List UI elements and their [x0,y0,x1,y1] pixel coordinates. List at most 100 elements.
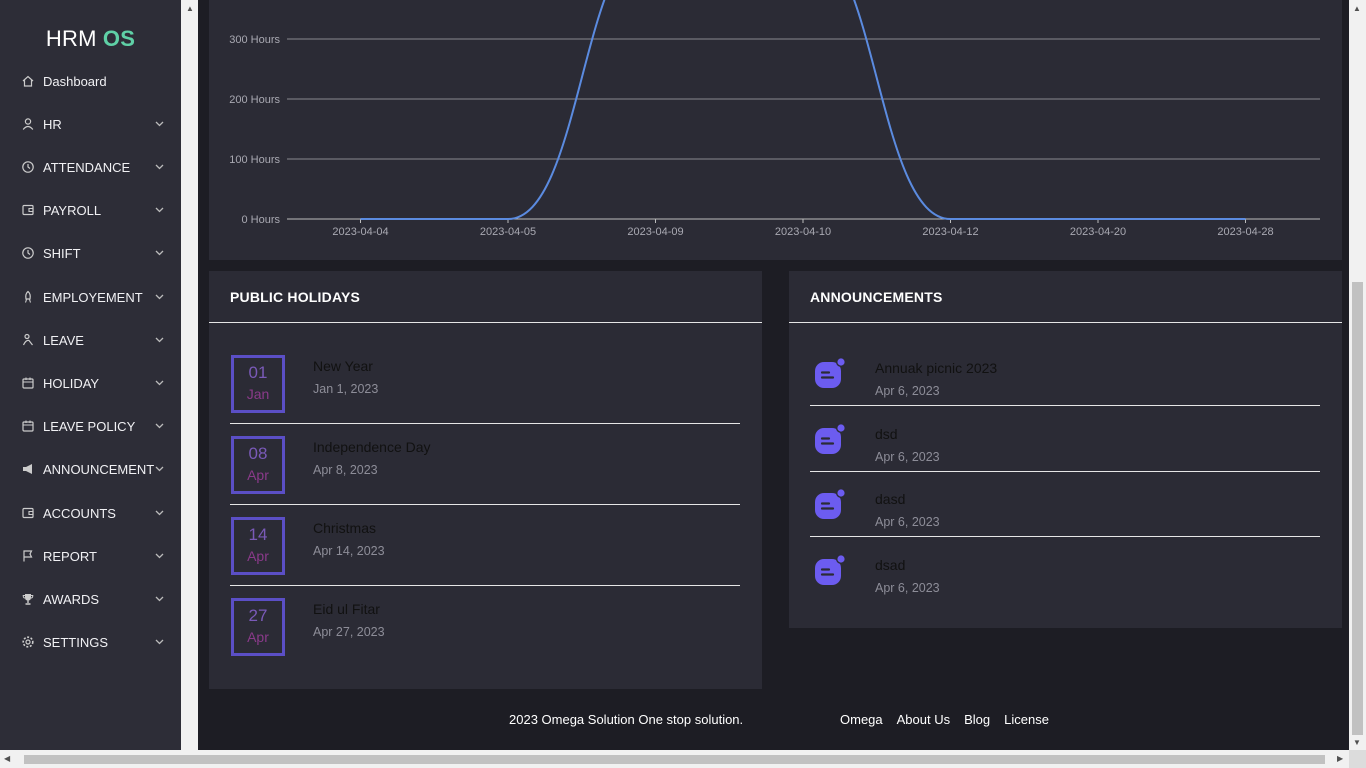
chart-x-tick-label: 2023-04-04 [332,226,388,238]
vertical-scroll-thumb[interactable] [1352,282,1363,735]
horizontal-scroll-thumb[interactable] [24,755,1325,764]
holiday-date: Apr 8, 2023 [313,463,378,477]
holiday-date: Apr 14, 2023 [313,544,385,558]
chart-x-tick-label: 2023-04-05 [480,226,536,238]
brand-logo-os: OS [102,26,136,51]
sidebar-item-label: LEAVE [43,332,84,348]
announcement-date: Apr 6, 2023 [875,449,940,464]
clock-icon [21,160,35,174]
announcement-icon [814,488,846,520]
flag-icon [21,549,35,563]
announcement-icon [814,554,846,586]
sidebar-item-announcement[interactable]: ANNOUNCEMENT [0,457,181,481]
holiday-month: Jan [246,386,270,402]
sidebar-item-leave[interactable]: LEAVE [0,328,181,352]
chart-x-tick-label: 2023-04-09 [627,226,683,238]
chevron-down-icon [154,207,164,213]
work-hours-chart-card: 0 Hours 100 Hours 200 Hours 300 Hours 2023-0… [209,0,1342,260]
holiday-item[interactable]: 01 Jan New Year Jan 1, 2023 [230,355,740,437]
holiday-day: 14 [248,525,268,544]
chevron-down-icon [154,121,164,127]
sidebar-item-dashboard[interactable]: Dashboard [0,69,181,93]
vertical-scrollbar[interactable]: ▲ ▼ [1349,0,1366,750]
sidebar-item-label: Dashboard [43,73,107,89]
sidebar-item-label: REPORT [43,548,97,564]
scroll-right-arrow-icon[interactable]: ▶ [1337,754,1343,763]
sidebar-item-label: HR [43,116,62,132]
chevron-down-icon [154,423,164,429]
chart-x-tick-label: 2023-04-28 [1217,226,1273,238]
sidebar-item-label: SHIFT [43,245,81,261]
footer-link-blog[interactable]: Blog [964,712,990,727]
sidebar-item-employement[interactable]: EMPLOYEMENT [0,285,181,309]
announcement-item[interactable]: dasd Apr 6, 2023 [810,488,1320,554]
chart-y-tick-label: 300 Hours [229,34,280,46]
sidebar-item-report[interactable]: REPORT [0,544,181,568]
scroll-up-arrow-icon[interactable]: ▲ [1353,4,1361,13]
announcements-card: ANNOUNCEMENTS Annuak picnic 2023 Apr 6, 2… [789,271,1342,628]
footer-link-about-us[interactable]: About Us [897,712,950,727]
sidebar-item-label: SETTINGS [43,634,109,650]
holiday-name: Independence Day [313,439,431,455]
sidebar-item-label: ATTENDANCE [43,159,131,175]
announcement-title: dasd [875,491,906,508]
horizontal-scrollbar[interactable]: ◀ ▶ [0,750,1366,768]
divider [209,322,762,323]
sidebar-item-leave-policy[interactable]: LEAVE POLICY [0,414,181,438]
announcement-title: Annuak picnic 2023 [875,360,998,376]
home-icon [21,74,35,88]
brand-logo[interactable]: HRM OS [0,26,181,52]
announcement-date: Apr 6, 2023 [875,384,940,398]
chart-y-tick-label: 100 Hours [229,154,280,166]
clock-icon [21,246,35,260]
holiday-item[interactable]: 27 Apr Eid ul Fitar Apr 27, 2023 [230,598,740,680]
divider [810,470,1320,472]
holiday-day: 27 [248,606,268,625]
scrollbar-corner [1349,750,1366,768]
footer-link-license[interactable]: License [1004,712,1049,727]
sidebar-item-hr[interactable]: HR [0,112,181,136]
sidebar-item-label: LEAVE POLICY [43,418,136,434]
holiday-day: 01 [248,363,268,382]
holiday-name: New Year [313,358,373,374]
holiday-name: Eid ul Fitar [313,601,380,617]
chevron-down-icon [154,294,164,300]
announcement-item[interactable]: Annuak picnic 2023 Apr 6, 2023 [810,357,1320,423]
announcement-item[interactable]: dsd Apr 6, 2023 [810,422,1320,489]
trophy-icon [21,592,35,606]
sidebar-item-attendance[interactable]: ATTENDANCE [0,155,181,179]
chevron-down-icon [154,380,164,386]
scroll-up-arrow-icon[interactable]: ▲ [186,4,194,13]
chart-series-line [360,0,1246,221]
sidebar-item-settings[interactable]: SETTINGS [0,630,181,654]
chevron-down-icon [154,164,164,170]
holiday-month: Apr [247,467,269,483]
work-hours-chart: 0 Hours 100 Hours 200 Hours 300 Hours 2023-0… [229,0,1320,238]
announcement-icon [814,357,846,389]
user-icon [21,117,35,131]
holiday-month: Apr [247,629,269,645]
footer-link-omega[interactable]: Omega [840,712,883,727]
sidebar-item-payroll[interactable]: PAYROLL [0,198,181,222]
sidebar-item-label: AWARDS [43,591,100,607]
divider [230,423,740,424]
scroll-left-arrow-icon[interactable]: ◀ [4,754,10,763]
holiday-item[interactable]: 14 Apr Christmas Apr 14, 2023 [230,517,740,599]
scroll-down-arrow-icon[interactable]: ▼ [1353,738,1361,747]
divider [789,322,1342,323]
announcement-title: dsad [875,557,906,574]
brand-logo-hrm: HRM [45,26,97,51]
sidebar-item-label: ACCOUNTS [43,505,116,521]
chart-y-tick-label: 0 Hours [241,214,280,226]
sidebar-item-accounts[interactable]: ACCOUNTS [0,501,181,525]
sidebar-scrollbar[interactable]: ▲ [181,0,198,750]
chart-x-tick-label: 2023-04-10 [775,226,831,238]
holiday-day: 08 [248,444,268,463]
public-holidays-title: PUBLIC HOLIDAYS [230,289,361,305]
sidebar-item-awards[interactable]: AWARDS [0,587,181,611]
chart-x-tick-label: 2023-04-20 [1070,226,1126,238]
sidebar-item-holiday[interactable]: HOLIDAY [0,371,181,395]
holiday-item[interactable]: 08 Apr Independence Day Apr 8, 2023 [230,436,740,518]
sidebar-item-shift[interactable]: SHIFT [0,241,181,265]
announcement-item[interactable]: dsad Apr 6, 2023 [810,554,1320,620]
